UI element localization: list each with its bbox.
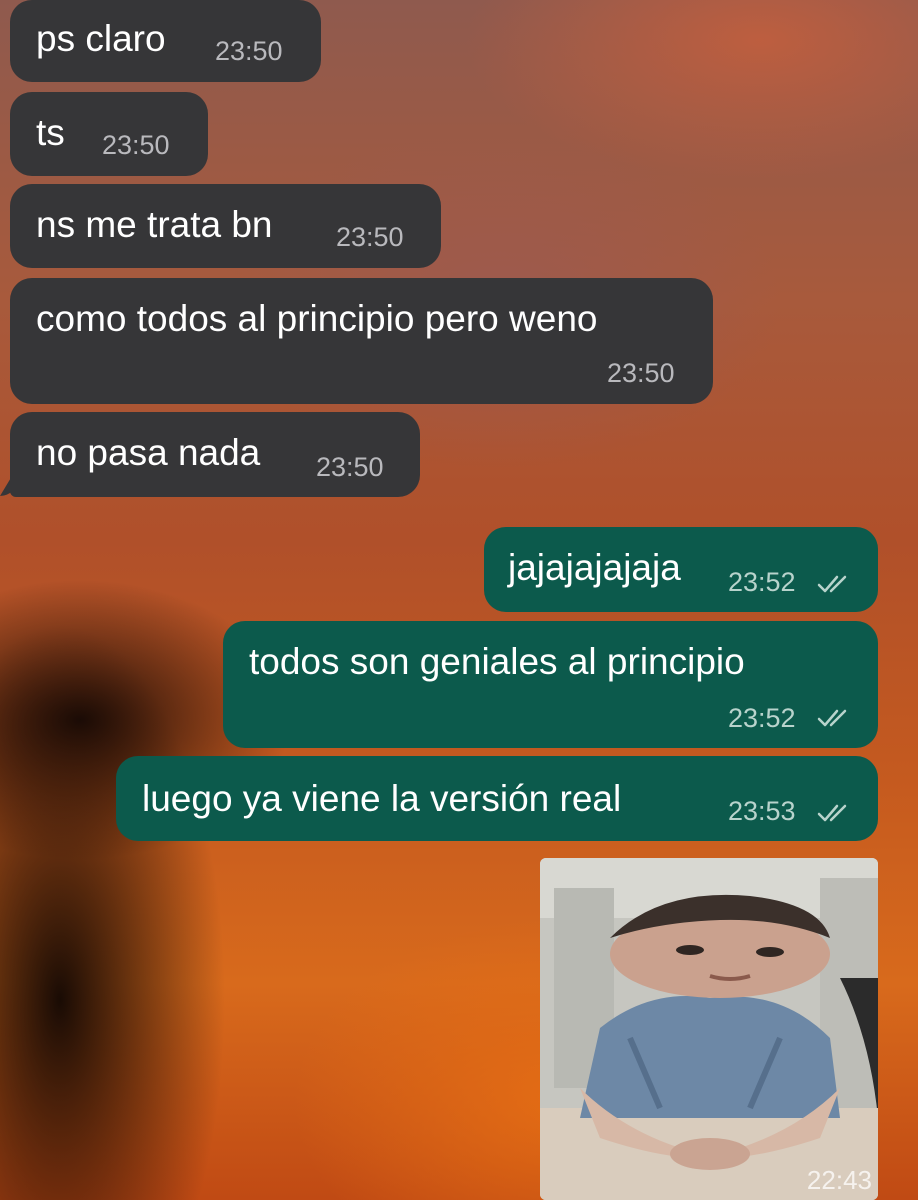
message-text: jajajajajaja: [508, 547, 681, 588]
message-bubble-incoming[interactable]: como todos al principio pero weno 23:50: [10, 278, 713, 404]
message-time: 23:52: [728, 703, 796, 733]
message-time: 23:50: [316, 452, 384, 482]
message-time: 23:52: [728, 567, 796, 597]
double-check-icon: [817, 709, 847, 727]
image-message[interactable]: 22:43: [540, 858, 878, 1200]
message-bubble-incoming[interactable]: no pasa nada 23:50: [10, 412, 420, 497]
chat-view: ps claro 23:50 ts 23:50 ns me trata bn 2…: [0, 0, 918, 1200]
message-time: 23:53: [728, 796, 796, 826]
message-text: ps claro: [36, 18, 166, 59]
message-text: ns me trata bn: [36, 204, 273, 245]
message-bubble-incoming[interactable]: ps claro 23:50: [10, 0, 321, 82]
message-bubble-outgoing[interactable]: todos son geniales al principio 23:52: [223, 621, 878, 748]
message-time: 23:50: [102, 130, 170, 160]
message-text: ts: [36, 112, 65, 153]
message-text: luego ya viene la versión real: [142, 778, 622, 819]
message-bubble-incoming[interactable]: ns me trata bn 23:50: [10, 184, 441, 268]
message-bubble-outgoing[interactable]: jajajajajaja 23:52: [484, 527, 878, 612]
message-bubble-outgoing[interactable]: luego ya viene la versión real 23:53: [116, 756, 878, 841]
message-time: 23:50: [336, 222, 404, 252]
message-text: no pasa nada: [36, 432, 261, 473]
message-bubble-incoming[interactable]: ts 23:50: [10, 92, 208, 176]
image-message-time: 22:43: [806, 1165, 872, 1195]
message-time: 23:50: [607, 358, 675, 388]
message-text: todos son geniales al principio: [249, 641, 745, 682]
message-time: 23:50: [215, 36, 283, 66]
double-check-icon: [817, 575, 847, 593]
meme-photo-icon: [540, 858, 878, 1200]
double-check-icon: [817, 804, 847, 822]
message-text: como todos al principio pero weno: [36, 298, 598, 339]
